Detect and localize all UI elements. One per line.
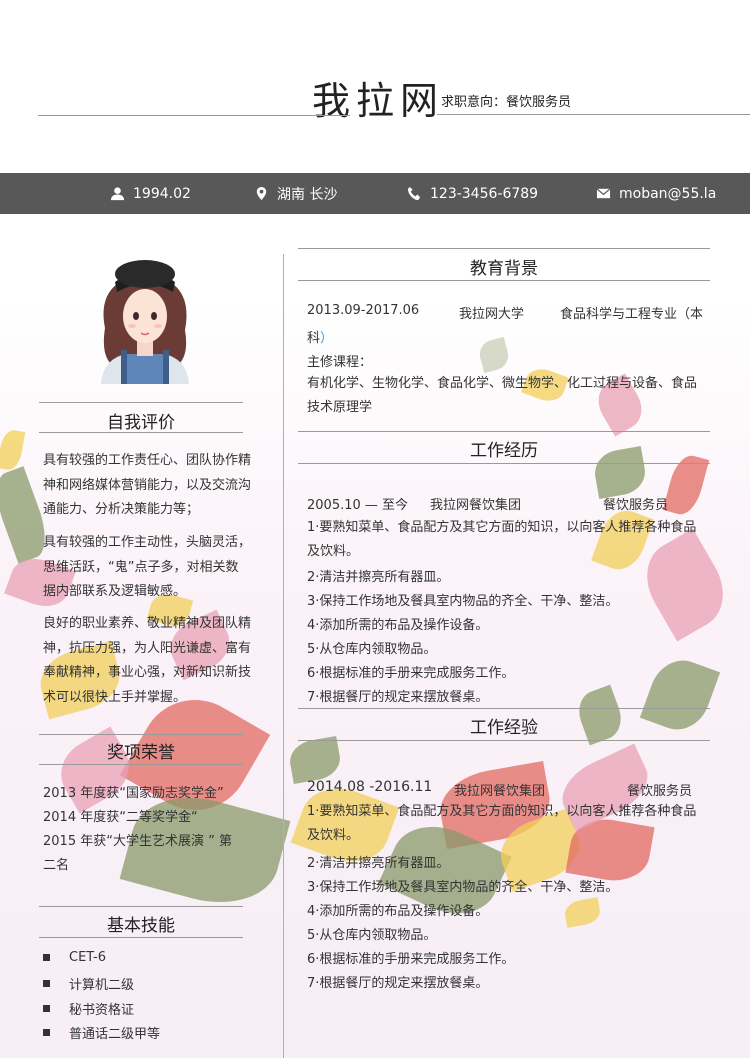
education-period: 2013.09-2017.06 [307, 303, 420, 318]
self-eval-paragraph-3: 良好的职业素养、敬业精神及团队精神，抗压力强，为人阳光谦虚、富有奉献精神，事业心… [43, 616, 252, 705]
self-eval-divider-bottom [39, 432, 243, 433]
work-duty: 1·要熟知菜单、食品配方及其它方面的知识，以向客人推荐各种食品及饮料。 [307, 520, 697, 559]
work-role: 餐饮服务员 [603, 498, 669, 513]
work-duty: 5·从仓库内领取物品。 [307, 642, 437, 657]
experience-divider-bottom [298, 740, 710, 741]
header-divider-left [38, 115, 350, 116]
experience-duty: 6·根据标准的手册来完成服务工作。 [307, 952, 515, 967]
work-title: 工作经历 [470, 441, 538, 461]
bullet-icon [43, 980, 50, 987]
experience-duty: 4·添加所需的布品及操作设备。 [307, 904, 489, 919]
self-eval-paragraph-2: 具有较强的工作主动性，头脑灵活，思维活跃，“鬼”点子多，对相关数据内部联系及逻辑… [43, 535, 252, 599]
phone-info: 123-3456-6789 [407, 173, 538, 214]
self-eval-title: 自我评价 [107, 413, 175, 433]
award-item-3: 2015 年获“大学生艺术展演 ” 第 [43, 834, 232, 849]
award-item-2: 2014 年度获“二等奖学金“ [43, 810, 198, 825]
candidate-name: 我拉网 [312, 79, 445, 123]
work-period: 2005.10 — 至今 [307, 498, 409, 513]
work-duty: 4·添加所需的布品及操作设备。 [307, 618, 489, 633]
skill-item: 计算机二级 [43, 974, 134, 993]
skill-item: CET-6 [43, 950, 106, 965]
column-divider [283, 254, 284, 1058]
skill-item: 普通话二级甲等 [43, 1023, 160, 1042]
location-info: 湖南 长沙 [254, 173, 337, 214]
phone-icon [407, 186, 421, 201]
experience-title: 工作经验 [470, 718, 538, 738]
bullet-icon [43, 1005, 50, 1012]
education-title: 教育背景 [470, 259, 538, 279]
award-item-4: 二名 [43, 858, 70, 873]
self-eval-paragraph-1: 具有较强的工作责任心、团队协作精神和网络媒体营销能力，以及交流沟通能力、分析决策… [43, 453, 252, 517]
email-text: moban@55.la [619, 185, 717, 202]
self-eval-divider-top [39, 402, 243, 403]
education-courses: 有机化学、生物化学、食品化学、微生物学、化工过程与设备、食品技术原理学 [307, 376, 698, 415]
award-item-1: 2013 年度获“国家励志奖学金” [43, 786, 224, 801]
skills-divider-bottom [39, 937, 243, 938]
experience-divider-top [298, 708, 710, 709]
awards-divider-top [39, 734, 243, 735]
work-duty: 2·清洁并擦亮所有器皿。 [307, 570, 450, 585]
experience-duty: 1·要熟知菜单、食品配方及其它方面的知识，以向客人推荐各种食品及饮料。 [307, 804, 697, 843]
location-pin-icon [256, 186, 267, 201]
awards-title: 奖项荣誉 [107, 743, 175, 763]
bullet-icon [43, 1029, 50, 1036]
email-info: moban@55.la [596, 173, 716, 214]
education-divider-bottom [298, 280, 710, 281]
work-divider-bottom [298, 463, 710, 464]
education-major: 食品科学与工程专业（本 [560, 307, 704, 322]
work-duty: 7·根据餐厅的规定来摆放餐桌。 [307, 690, 489, 705]
bullet-icon [43, 954, 50, 961]
person-icon [110, 187, 125, 201]
envelope-icon [596, 188, 611, 199]
skills-divider-top [39, 906, 243, 907]
skill-item: 秘书资格证 [43, 999, 134, 1018]
experience-duty: 2·清洁并擦亮所有器皿。 [307, 856, 450, 871]
experience-company: 我拉网餐饮集团 [454, 784, 546, 799]
education-school: 我拉网大学 [459, 307, 525, 322]
work-duty: 6·根据标准的手册来完成服务工作。 [307, 666, 515, 681]
header-divider-right [437, 114, 750, 115]
phone-text: 123-3456-6789 [430, 185, 539, 202]
work-divider-top [298, 431, 710, 432]
education-courses-label: 主修课程： [307, 355, 373, 370]
work-company: 我拉网餐饮集团 [430, 498, 522, 513]
experience-duty: 5·从仓库内领取物品。 [307, 928, 437, 943]
contact-info-bar: 1994.02 湖南 长沙 123-3456-6789 moban@55.la [0, 173, 750, 214]
avatar [101, 260, 189, 384]
education-divider-top [298, 248, 710, 249]
education-major-cont: 科） [307, 331, 334, 346]
work-duty: 3·保持工作场地及餐具室内物品的齐全、干净、整洁。 [307, 594, 619, 609]
location-text: 湖南 长沙 [277, 186, 338, 203]
skills-title: 基本技能 [107, 916, 175, 936]
experience-role: 餐饮服务员 [627, 784, 693, 799]
experience-duty: 7·根据餐厅的规定来摆放餐桌。 [307, 976, 489, 991]
birth-text: 1994.02 [133, 185, 191, 202]
awards-divider-bottom [39, 764, 243, 765]
birth-info: 1994.02 [110, 173, 191, 214]
experience-duty: 3·保持工作场地及餐具室内物品的齐全、干净、整洁。 [307, 880, 619, 895]
job-intent: 求职意向：餐饮服务员 [441, 95, 572, 110]
experience-period: 2014.08 -2016.11 [307, 779, 433, 795]
